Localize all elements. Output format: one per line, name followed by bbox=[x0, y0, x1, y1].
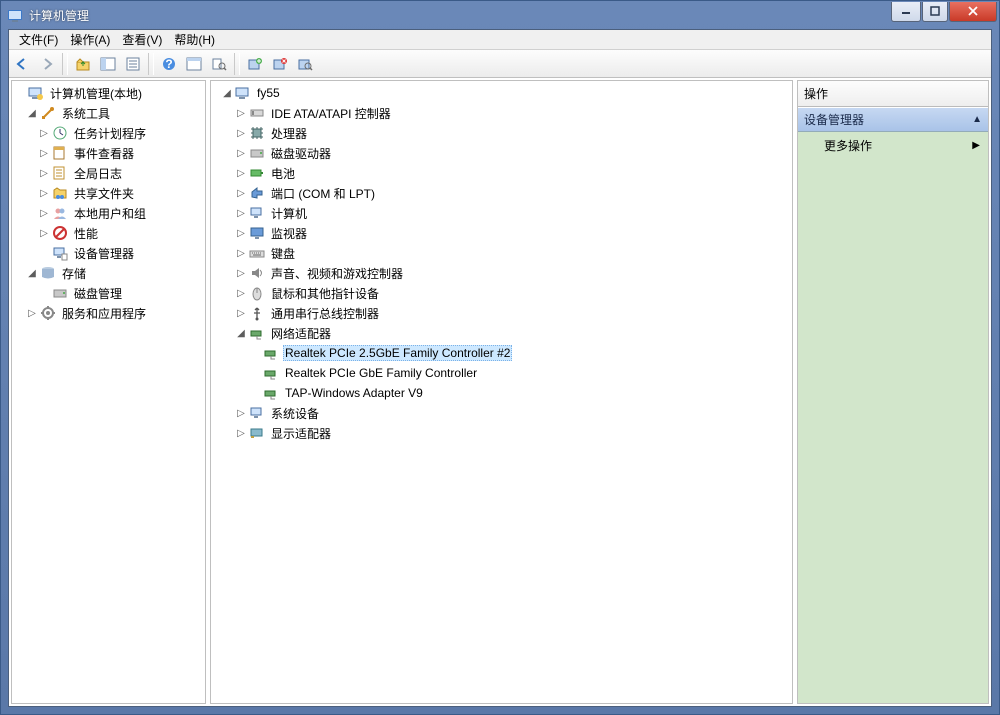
actions-pane: 操作 设备管理器 ▲ 更多操作 ▶ bbox=[797, 80, 989, 704]
device-sound[interactable]: ▷声音、视频和游戏控制器 bbox=[213, 263, 790, 283]
menu-view[interactable]: 查看(V) bbox=[116, 29, 168, 50]
system-device-icon bbox=[249, 405, 265, 421]
computer-mgmt-icon bbox=[28, 85, 44, 101]
svg-text:?: ? bbox=[165, 57, 172, 71]
tree-disk-mgmt[interactable]: ▷ 磁盘管理 bbox=[14, 283, 203, 303]
users-icon bbox=[52, 205, 68, 221]
tree-event-viewer[interactable]: ▷ 事件查看器 bbox=[14, 143, 203, 163]
tree-root[interactable]: ▷ 计算机管理(本地) bbox=[14, 83, 203, 103]
tree-services[interactable]: ▷ 服务和应用程序 bbox=[14, 303, 203, 323]
toolbar: ? bbox=[9, 50, 991, 78]
tree-device-manager[interactable]: ▷ 设备管理器 bbox=[14, 243, 203, 263]
scan-hardware-icon[interactable] bbox=[294, 53, 316, 75]
device-network-item-b[interactable]: Realtek PCIe GbE Family Controller bbox=[213, 363, 790, 383]
device-usb[interactable]: ▷通用串行总线控制器 bbox=[213, 303, 790, 323]
mouse-icon bbox=[249, 285, 265, 301]
cpu-icon bbox=[249, 125, 265, 141]
tree-performance[interactable]: ▷ 性能 bbox=[14, 223, 203, 243]
actions-header: 操作 bbox=[798, 81, 988, 107]
device-ports[interactable]: ▷端口 (COM 和 LPT) bbox=[213, 183, 790, 203]
app-icon bbox=[7, 7, 23, 23]
ide-icon bbox=[249, 105, 265, 121]
port-icon bbox=[249, 185, 265, 201]
device-monitor[interactable]: ▷监视器 bbox=[213, 223, 790, 243]
monitor-icon bbox=[249, 225, 265, 241]
collapse-icon: ▲ bbox=[972, 114, 982, 125]
device-cpu[interactable]: ▷处理器 bbox=[213, 123, 790, 143]
performance-icon bbox=[52, 225, 68, 241]
menu-action[interactable]: 操作(A) bbox=[64, 29, 116, 50]
titlebar: 计算机管理 bbox=[1, 1, 999, 29]
disk-icon bbox=[52, 285, 68, 301]
update-driver-icon[interactable] bbox=[244, 53, 266, 75]
tree-task-scheduler[interactable]: ▷ 任务计划程序 bbox=[14, 123, 203, 143]
services-icon bbox=[40, 305, 56, 321]
minimize-button[interactable] bbox=[891, 2, 921, 22]
device-system-devices[interactable]: ▷系统设备 bbox=[213, 403, 790, 423]
chevron-right-icon: ▶ bbox=[972, 140, 980, 151]
usb-icon bbox=[249, 305, 265, 321]
device-mouse[interactable]: ▷鼠标和其他指针设备 bbox=[213, 283, 790, 303]
menu-file[interactable]: 文件(F) bbox=[13, 29, 64, 50]
menu-bar: 文件(F) 操作(A) 查看(V) 帮助(H) bbox=[9, 30, 991, 50]
menu-help[interactable]: 帮助(H) bbox=[168, 29, 221, 50]
battery-icon bbox=[249, 165, 265, 181]
up-button[interactable] bbox=[72, 53, 94, 75]
view-toolbar-icon[interactable] bbox=[183, 53, 205, 75]
event-icon bbox=[52, 145, 68, 161]
tools-icon bbox=[40, 105, 56, 121]
storage-icon bbox=[40, 265, 56, 281]
back-button[interactable] bbox=[11, 53, 33, 75]
close-button[interactable] bbox=[949, 2, 997, 22]
nic-icon bbox=[263, 365, 279, 381]
pc-icon bbox=[249, 205, 265, 221]
hdd-icon bbox=[249, 145, 265, 161]
tree-system-tools[interactable]: ◢ 系统工具 bbox=[14, 103, 203, 123]
console-tree-pane[interactable]: ▷ 计算机管理(本地) ◢ 系统工具 ▷ 任务计划程序 bbox=[11, 80, 206, 704]
find-icon[interactable] bbox=[208, 53, 230, 75]
forward-button[interactable] bbox=[36, 53, 58, 75]
log-icon bbox=[52, 165, 68, 181]
sound-icon bbox=[249, 265, 265, 281]
nic-icon bbox=[263, 345, 279, 361]
device-keyboard[interactable]: ▷键盘 bbox=[213, 243, 790, 263]
device-display[interactable]: ▷显示适配器 bbox=[213, 423, 790, 443]
maximize-button[interactable] bbox=[922, 2, 948, 22]
properties-button[interactable] bbox=[122, 53, 144, 75]
computer-icon bbox=[235, 85, 251, 101]
actions-section-device-manager[interactable]: 设备管理器 ▲ bbox=[798, 107, 988, 132]
tree-shared-folders[interactable]: ▷ 共享文件夹 bbox=[14, 183, 203, 203]
help-button[interactable]: ? bbox=[158, 53, 180, 75]
device-root[interactable]: ◢ fy55 bbox=[213, 83, 790, 103]
tree-storage[interactable]: ◢ 存储 bbox=[14, 263, 203, 283]
display-adapter-icon bbox=[249, 425, 265, 441]
nic-icon bbox=[263, 385, 279, 401]
uninstall-device-icon[interactable] bbox=[269, 53, 291, 75]
clock-icon bbox=[52, 125, 68, 141]
tree-local-users[interactable]: ▷ 本地用户和组 bbox=[14, 203, 203, 223]
window-title: 计算机管理 bbox=[29, 7, 890, 24]
device-computer[interactable]: ▷计算机 bbox=[213, 203, 790, 223]
network-icon bbox=[249, 325, 265, 341]
device-network[interactable]: ◢网络适配器 bbox=[213, 323, 790, 343]
device-tree-pane[interactable]: ◢ fy55 ▷IDE ATA/ATAPI 控制器 ▷处理器 ▷磁盘驱动器 ▷电… bbox=[210, 80, 793, 704]
shared-folder-icon bbox=[52, 185, 68, 201]
device-battery[interactable]: ▷电池 bbox=[213, 163, 790, 183]
device-disk[interactable]: ▷磁盘驱动器 bbox=[213, 143, 790, 163]
device-ide[interactable]: ▷IDE ATA/ATAPI 控制器 bbox=[213, 103, 790, 123]
keyboard-icon bbox=[249, 245, 265, 261]
actions-item-more[interactable]: 更多操作 ▶ bbox=[798, 132, 988, 159]
device-network-item-c[interactable]: TAP-Windows Adapter V9 bbox=[213, 383, 790, 403]
show-hide-tree-button[interactable] bbox=[97, 53, 119, 75]
device-manager-icon bbox=[52, 245, 68, 261]
tree-global-log[interactable]: ▷ 全局日志 bbox=[14, 163, 203, 183]
device-network-item-a[interactable]: Realtek PCIe 2.5GbE Family Controller #2 bbox=[213, 343, 790, 363]
